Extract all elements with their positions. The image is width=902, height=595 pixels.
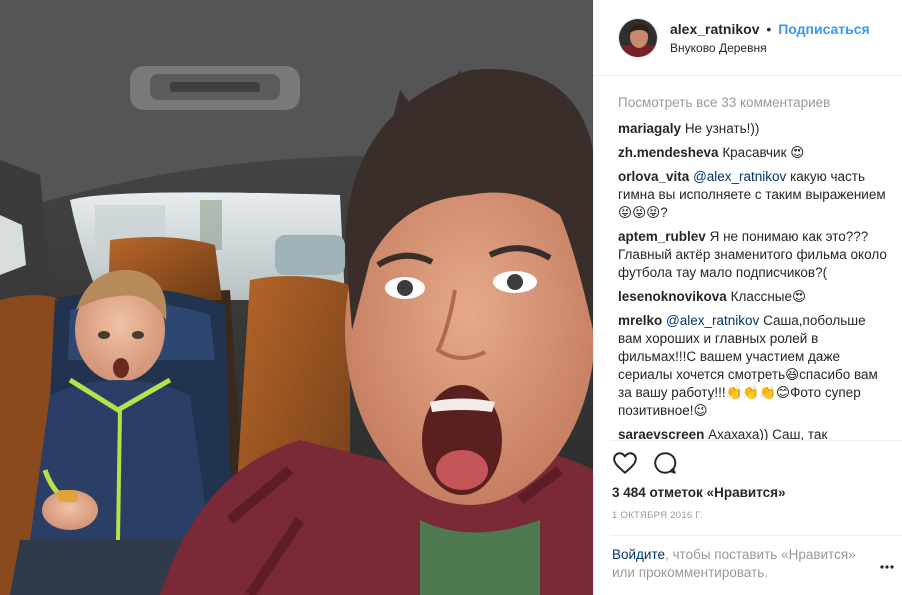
divider bbox=[610, 440, 902, 441]
instagram-post: alex_ratnikov • Подписаться Внуково Дере… bbox=[0, 0, 902, 595]
comment: mrelko @alex_ratnikov Саша,побольше вам … bbox=[618, 312, 888, 420]
heart-icon[interactable] bbox=[612, 450, 638, 476]
location-link[interactable]: Внуково Деревня bbox=[670, 41, 870, 55]
selfie-in-car-image bbox=[0, 0, 593, 595]
likes-count[interactable]: 3 484 отметок «Нравится» bbox=[612, 484, 786, 502]
comment-text: Саша,побольше вам хороших и главных роле… bbox=[618, 313, 878, 418]
post-header: alex_ratnikov • Подписаться Внуково Дере… bbox=[594, 0, 902, 76]
comment-username-link[interactable]: mrelko bbox=[618, 313, 662, 328]
comment-mention-link[interactable]: @alex_ratnikov bbox=[666, 313, 759, 328]
comment-username-link[interactable]: saraevscreen bbox=[618, 427, 704, 440]
avatar-image bbox=[619, 18, 657, 57]
comment-username-link[interactable]: lesenoknovikova bbox=[618, 289, 727, 304]
comment: mariagaly Не узнать!)) bbox=[618, 120, 888, 138]
comment-username-link[interactable]: aptem_rublev bbox=[618, 229, 706, 244]
comment-icon[interactable] bbox=[652, 450, 678, 476]
divider bbox=[610, 535, 902, 536]
comment: aptem_rublev Я не понимаю как это??? Гла… bbox=[618, 228, 888, 282]
comment-text: Не узнать!)) bbox=[684, 121, 760, 136]
comment: orlova_vita @alex_ratnikov какую часть г… bbox=[618, 168, 888, 222]
separator-dot: • bbox=[766, 21, 772, 37]
view-all-comments-link[interactable]: Посмотреть все 33 комментариев bbox=[618, 94, 888, 112]
comments-list: Посмотреть все 33 комментариев mariagaly… bbox=[618, 94, 888, 440]
comment-mention-link[interactable]: @alex_ratnikov bbox=[693, 169, 786, 184]
comment: lesenoknovikova Классные😍 bbox=[618, 288, 888, 306]
login-prompt: Войдите, чтобы поставить «Нравится» или … bbox=[612, 546, 874, 582]
post-photo[interactable] bbox=[0, 0, 593, 595]
comment-text: Классные😍 bbox=[730, 289, 807, 304]
comment-username-link[interactable]: mariagaly bbox=[618, 121, 681, 136]
post-actions bbox=[612, 450, 678, 476]
post-username-link[interactable]: alex_ratnikov bbox=[670, 21, 760, 37]
comment-text: Красавчик 😍 bbox=[722, 145, 805, 160]
comment-username-link[interactable]: zh.mendesheva bbox=[618, 145, 719, 160]
comment: saraevscreen Ахахаха)) Саш, так держать)… bbox=[618, 426, 888, 440]
login-link[interactable]: Войдите bbox=[612, 547, 665, 562]
comment: zh.mendesheva Красавчик 😍 bbox=[618, 144, 888, 162]
post-header-line: alex_ratnikov • Подписаться bbox=[670, 20, 870, 38]
post-side-panel: alex_ratnikov • Подписаться Внуково Дере… bbox=[593, 0, 902, 595]
post-date: 1 ОКТЯБРЯ 2016 Г. bbox=[612, 510, 703, 521]
comment-username-link[interactable]: orlova_vita bbox=[618, 169, 689, 184]
follow-button[interactable]: Подписаться bbox=[778, 21, 870, 37]
more-options-icon[interactable] bbox=[880, 560, 894, 574]
post-header-info: alex_ratnikov • Подписаться Внуково Дере… bbox=[670, 20, 870, 55]
avatar[interactable] bbox=[618, 17, 658, 58]
